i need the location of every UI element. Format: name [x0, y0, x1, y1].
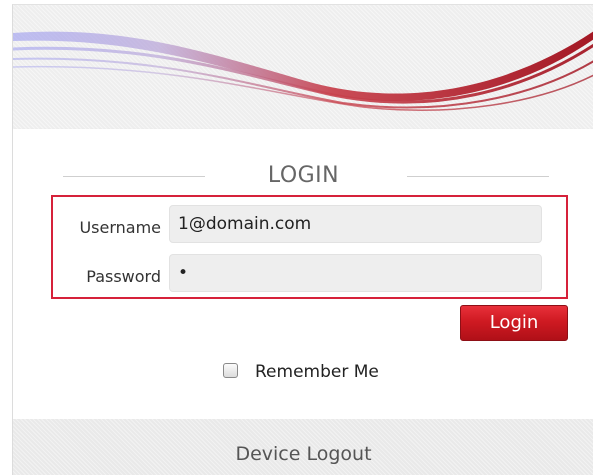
username-field[interactable]: 1@domain.com — [169, 205, 542, 243]
title-divider-right — [407, 176, 549, 177]
username-label: Username — [79, 218, 161, 237]
footer-bar: Device Logout — [13, 419, 593, 475]
login-title-row: LOGIN — [13, 162, 593, 192]
header-banner — [13, 5, 593, 129]
login-frame: LOGIN Username 1@domain.com Password • L… — [12, 4, 593, 475]
swoosh-graphic — [13, 31, 593, 111]
password-label: Password — [86, 267, 161, 286]
device-logout-link[interactable]: Device Logout — [13, 443, 593, 465]
password-field[interactable]: • — [169, 254, 542, 292]
remember-me-checkbox[interactable] — [223, 363, 238, 378]
login-button[interactable]: Login — [460, 305, 568, 341]
login-page: LOGIN Username 1@domain.com Password • L… — [0, 0, 593, 475]
login-card: LOGIN Username 1@domain.com Password • L… — [13, 129, 593, 419]
remember-me-label[interactable]: Remember Me — [255, 361, 379, 383]
